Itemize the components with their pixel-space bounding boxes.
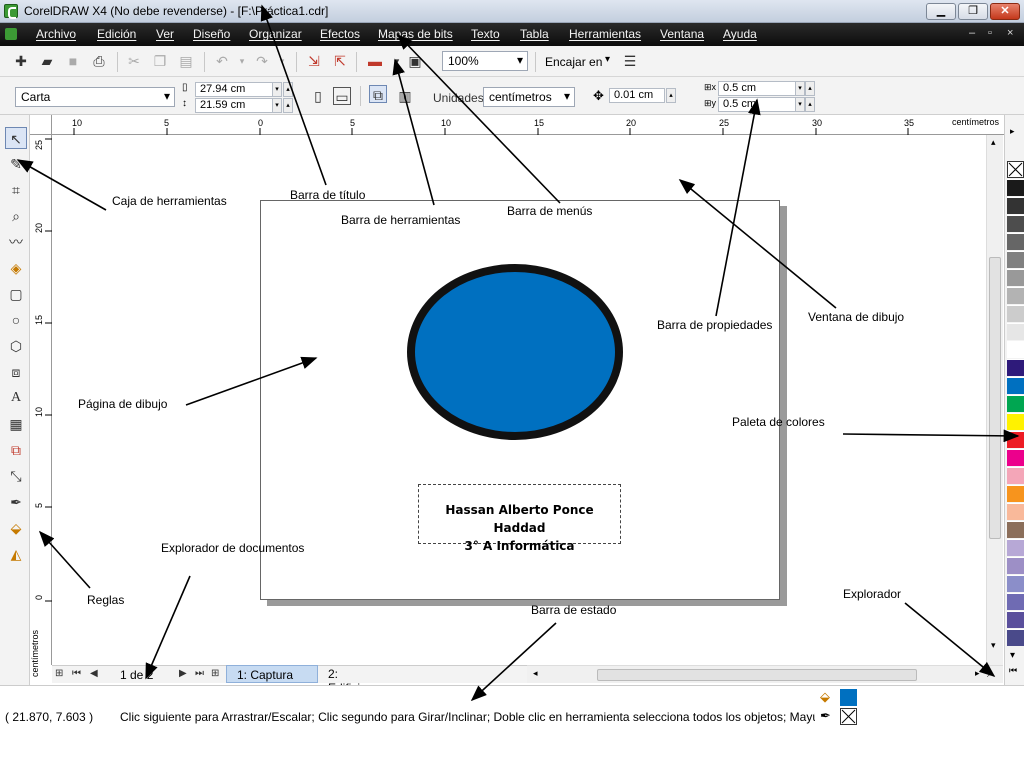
coreldraw-window: CorelDRAW X4 (No debe revenderse) - [F:\… <box>0 0 1024 768</box>
arrow-status-bar <box>470 622 557 702</box>
annotation-drawing-page: Página de dibujo <box>78 397 168 411</box>
arrow-drawing-page <box>185 356 318 406</box>
annotation-doc-explorer: Explorador de documentos <box>161 541 305 555</box>
arrow-explorer <box>904 602 996 678</box>
annotation-title-bar: Barra de título <box>290 188 366 202</box>
arrow-drawing-window <box>678 178 837 309</box>
annotation-menu-bar: Barra de menús <box>507 204 593 218</box>
annotation-property-bar: Barra de propiedades <box>657 318 773 332</box>
arrow-doc-explorer <box>145 575 191 680</box>
annotation-arrows <box>16 4 1020 702</box>
arrow-rulers <box>38 530 91 589</box>
annotation-toolbox: Caja de herramientas <box>112 194 227 208</box>
annotation-drawing-window: Ventana de dibujo <box>808 310 905 324</box>
annotation-color-palette: Paleta de colores <box>732 415 825 429</box>
annotation-rulers: Reglas <box>87 593 125 607</box>
annotation-explorer: Explorador <box>843 587 902 601</box>
annotation-toolbar: Barra de herramientas <box>341 213 461 227</box>
annotation-status-bar: Barra de estado <box>531 603 617 617</box>
arrow-toolbox <box>16 159 107 211</box>
arrow-color-palette <box>842 429 1020 443</box>
arrow-title-bar <box>260 4 327 186</box>
arrow-property-bar <box>715 98 761 317</box>
arrow-menu-bar <box>396 33 561 204</box>
arrow-toolbar <box>392 58 435 206</box>
